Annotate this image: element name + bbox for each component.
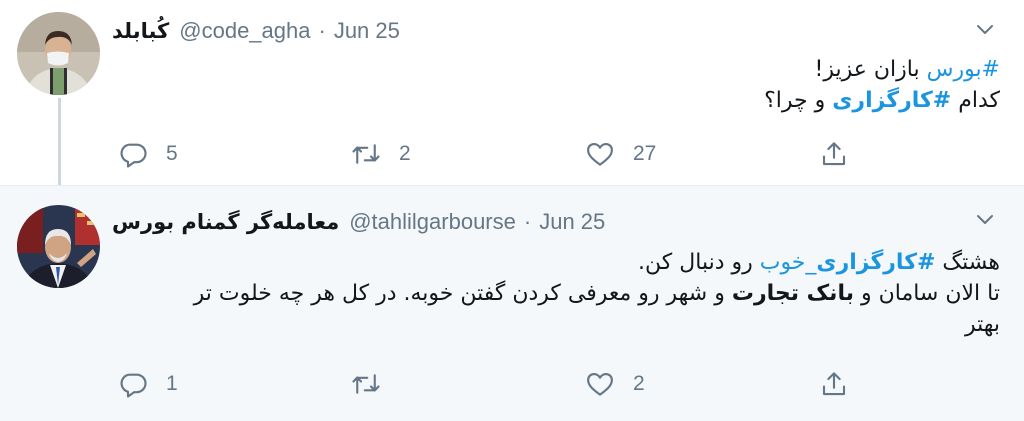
avatar[interactable]	[17, 205, 100, 288]
share-icon	[822, 372, 846, 396]
like-icon	[587, 142, 613, 166]
like-count: 2	[633, 372, 645, 395]
timestamp[interactable]: Jun 25	[539, 209, 605, 235]
bold-text: بانک تجارت	[731, 281, 854, 306]
tweet-header: کُبابلد @code_agha · Jun 25	[112, 13, 964, 49]
hashtag-bold-part: #کارگزاری	[816, 250, 936, 275]
tweet-actions: 5 2 27	[112, 136, 872, 172]
avatar[interactable]	[17, 12, 100, 95]
text-segment: هشتگ	[935, 250, 1000, 275]
separator: ·	[318, 18, 326, 43]
reply-count: 5	[166, 142, 178, 165]
like-button[interactable]: 2	[585, 366, 645, 402]
share-button[interactable]	[819, 366, 849, 402]
reply-icon	[120, 143, 147, 168]
retweet-icon	[352, 374, 380, 394]
reply-button[interactable]: 5	[118, 136, 178, 172]
text-segment: و شهر رو معرفی کردن گفتن خوبه. در کل هر …	[193, 281, 732, 306]
tweet-line-2: کدام #کارگزاری و چرا؟	[112, 85, 1000, 116]
display-name[interactable]: کُبابلد	[112, 19, 169, 43]
tweet-text: #بورس بازان عزیز! کدام #کارگزاری و چرا؟	[112, 54, 1000, 116]
tweet-line-1: #بورس بازان عزیز!	[112, 54, 1000, 85]
retweet-count: 2	[399, 142, 411, 165]
like-button[interactable]: 27	[585, 136, 656, 172]
hashtag-tail: _خوب	[759, 250, 817, 275]
chevron-down-icon[interactable]	[974, 18, 996, 40]
tweet-line-1: هشتگ #کارگزاری_خوب رو دنبال کن.	[112, 247, 1000, 278]
tweet-header: معامله‌گر گمنام بورس @tahlilgarbourse · …	[112, 204, 964, 240]
tweet-text: هشتگ #کارگزاری_خوب رو دنبال کن. تا الان …	[112, 247, 1000, 340]
hashtag[interactable]: #کارگزاری_خوب	[760, 250, 936, 275]
reply-count: 1	[166, 372, 178, 395]
display-name[interactable]: معامله‌گر گمنام بورس	[112, 210, 339, 234]
retweet-button[interactable]: 2	[351, 136, 411, 172]
handle[interactable]: @tahlilgarbourse	[349, 209, 516, 235]
timestamp[interactable]: Jun 25	[334, 18, 400, 44]
separator: ·	[523, 209, 532, 234]
text-segment: و چرا؟	[764, 88, 833, 113]
retweet-icon	[352, 144, 380, 164]
tweet-line-3: بهتر	[964, 312, 1000, 337]
retweet-button[interactable]	[351, 366, 399, 402]
text-segment: تا الان سامان و	[853, 281, 1000, 306]
share-icon	[822, 142, 846, 166]
handle[interactable]: @code_agha	[179, 18, 310, 44]
tweet-1[interactable]: کُبابلد @code_agha · Jun 25 #بورس بازان …	[0, 0, 1024, 185]
text-segment: کدام	[951, 88, 1000, 113]
text-segment: رو دنبال کن.	[638, 250, 760, 275]
tweet-actions: 1 2	[112, 366, 872, 402]
thread-line	[58, 98, 61, 185]
chevron-down-icon[interactable]	[974, 208, 996, 230]
tweet-2[interactable]: معامله‌گر گمنام بورس @tahlilgarbourse · …	[0, 185, 1024, 421]
text-segment: بازان عزیز!	[814, 57, 927, 82]
tweet-line-2: تا الان سامان و بانک تجارت و شهر رو معرف…	[112, 278, 1000, 309]
reply-button[interactable]: 1	[118, 366, 178, 402]
hashtag[interactable]: #بورس	[927, 57, 1000, 82]
reply-icon	[120, 373, 147, 398]
like-count: 27	[633, 142, 657, 165]
avatar-image	[17, 205, 100, 288]
hashtag[interactable]: #کارگزاری	[832, 88, 951, 113]
like-icon	[587, 372, 613, 396]
share-button[interactable]	[819, 136, 849, 172]
avatar-image	[17, 12, 100, 95]
